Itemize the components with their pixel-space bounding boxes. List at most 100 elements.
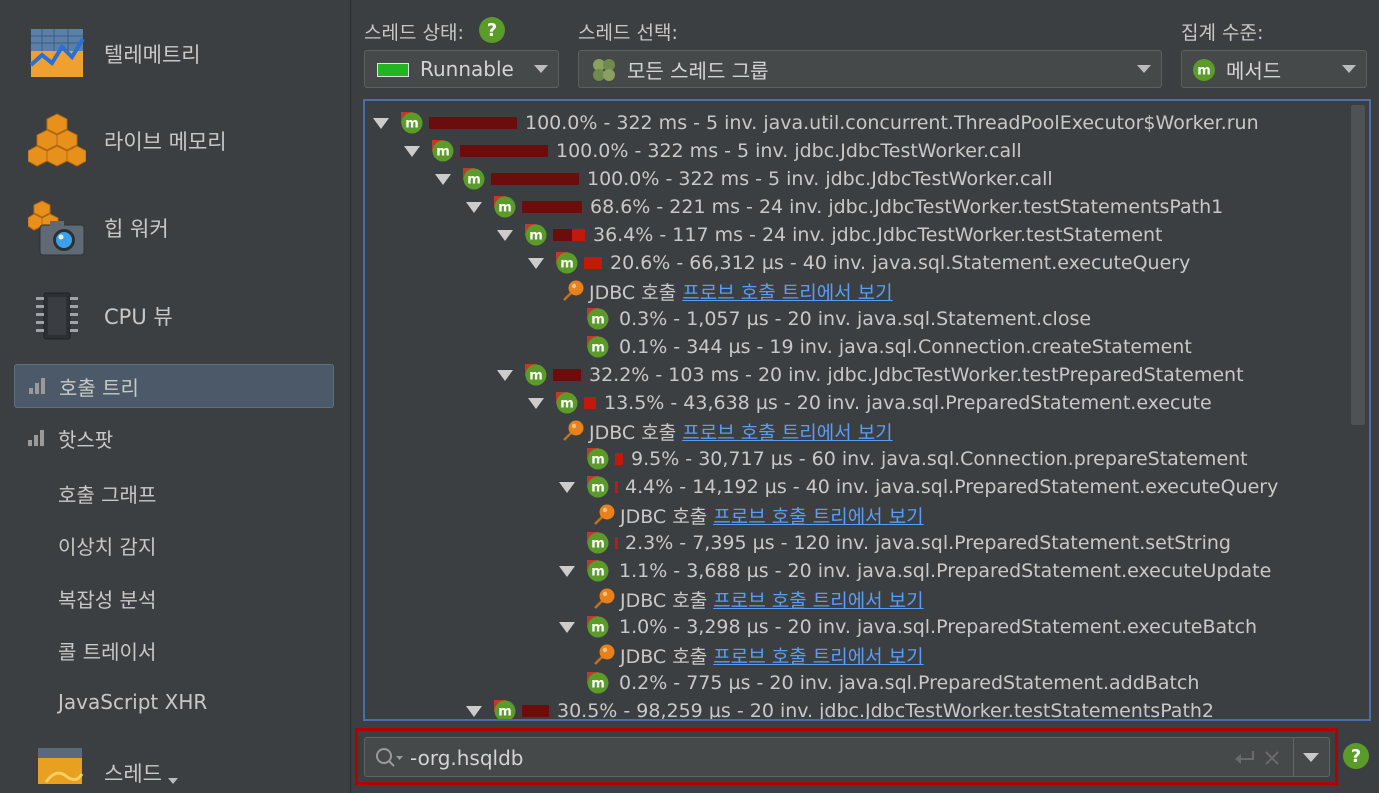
probe-link-row[interactable]: JDBC 호출 프로브 호출 트리에서 보기 (365, 277, 1345, 305)
call-tree-node[interactable]: m 9.5% - 30,717 µs - 60 inv. java.sql.Con… (365, 445, 1345, 473)
view-filter-field[interactable]: -org.hsqldb (364, 737, 1330, 777)
call-tree-panel[interactable]: m 100.0% - 322 ms - 5 inv. java.util.conc… (363, 99, 1371, 721)
method-icon: m (587, 616, 609, 638)
time-percentage-bar (429, 117, 517, 129)
sidebar-item-call-graph[interactable]: 호출 그래프 (58, 479, 156, 508)
expand-toggle-icon[interactable] (497, 230, 513, 241)
call-tree-node[interactable]: m 32.2% - 103 ms - 20 inv. jdbc.JdbcTestW… (365, 361, 1345, 389)
svg-text:m: m (560, 397, 574, 412)
heap-walker-icon (28, 200, 85, 256)
chevron-down-icon[interactable] (1303, 753, 1319, 762)
thread-select-label: 스레드 선택: (578, 22, 678, 44)
call-tree-node[interactable]: m 100.0% - 322 ms - 5 inv. java.util.conc… (365, 109, 1345, 137)
sidebar-item-telemetry[interactable]: 텔레메트리 (0, 14, 350, 94)
search-icon[interactable] (375, 747, 405, 769)
probe-link-row[interactable]: JDBC 호출 프로브 호출 트리에서 보기 (365, 641, 1345, 669)
show-in-probe-tree-link[interactable]: 프로브 호출 트리에서 보기 (682, 422, 892, 444)
svg-text:m: m (436, 145, 450, 160)
probe-link-row[interactable]: JDBC 호출 프로브 호출 트리에서 보기 (365, 585, 1345, 613)
expand-toggle-icon[interactable] (559, 482, 575, 493)
expand-toggle-icon[interactable] (497, 370, 513, 381)
expand-toggle-icon[interactable] (528, 258, 544, 269)
chevron-down-icon (1342, 65, 1356, 73)
call-tree-node[interactable]: m 1.0% - 3,298 µs - 20 inv. java.sql.Prep… (365, 613, 1345, 641)
probe-link-text: JDBC 호출 프로브 호출 트리에서 보기 (620, 502, 924, 529)
sidebar-item-label: 라이브 메모리 (104, 130, 227, 154)
aggregation-level-label: 집계 수준: (1181, 22, 1264, 44)
expand-toggle-icon[interactable] (373, 118, 389, 129)
expand-toggle-icon[interactable] (466, 202, 482, 213)
sidebar-item-javascript-xhr[interactable]: JavaScript XHR (58, 690, 207, 714)
call-tree-node[interactable]: m 100.0% - 322 ms - 5 inv. jdbc.JdbcTestW… (365, 137, 1345, 165)
method-icon: m (494, 196, 516, 218)
svg-text:m: m (591, 313, 605, 328)
help-icon[interactable]: ? (479, 17, 505, 43)
svg-text:m: m (591, 621, 605, 636)
show-in-probe-tree-link[interactable]: 프로브 호출 트리에서 보기 (713, 646, 923, 668)
call-tree-node[interactable]: m 30.5% - 98,259 µs - 20 inv. jdbc.JdbcTe… (365, 697, 1345, 719)
vertical-scrollbar[interactable] (1351, 105, 1365, 425)
sidebar-item-hotspots[interactable]: 핫스팟 (28, 418, 113, 458)
aggregation-level-dropdown[interactable]: m 메서드 (1181, 50, 1367, 88)
sidebar-item-call-tracer[interactable]: 콜 트레이서 (58, 636, 156, 665)
sidebar-item-cpu-view[interactable]: CPU 뷰 (0, 276, 350, 356)
sidebar-item-live-memory[interactable]: 라이브 메모리 (0, 101, 350, 181)
expand-toggle-icon[interactable] (528, 398, 544, 409)
probe-link-text: JDBC 호출 프로브 호출 트리에서 보기 (589, 418, 893, 445)
filter-input-value: -org.hsqldb (410, 746, 524, 770)
call-tree-node[interactable]: m 36.4% - 117 ms - 24 inv. jdbc.JdbcTestW… (365, 221, 1345, 249)
show-in-probe-tree-link[interactable]: 프로브 호출 트리에서 보기 (713, 506, 923, 528)
sidebar-item-threads[interactable]: 스레드 (0, 738, 350, 793)
call-tree-node-label: 100.0% - 322 ms - 5 inv. java.util.concu… (525, 112, 1259, 134)
call-tree-node[interactable]: m 2.3% - 7,395 µs - 120 inv. java.sql.Pre… (365, 529, 1345, 557)
expand-toggle-icon[interactable] (435, 174, 451, 185)
method-icon: m (525, 364, 547, 386)
call-tree-node[interactable]: m 68.6% - 221 ms - 24 inv. jdbc.JdbcTestW… (365, 193, 1345, 221)
time-percentage-bar (584, 397, 596, 409)
method-icon: m (587, 476, 609, 498)
svg-text:m: m (560, 257, 574, 272)
call-tree-node[interactable]: m 4.4% - 14,192 µs - 40 inv. java.sql.Pre… (365, 473, 1345, 501)
svg-text:m: m (591, 677, 605, 692)
time-percentage-bar (522, 201, 582, 213)
filter-help-icon[interactable]: ? (1343, 743, 1369, 769)
call-tree-node[interactable]: m 13.5% - 43,638 µs - 20 inv. java.sql.Pr… (365, 389, 1345, 417)
call-tree-node[interactable]: m 0.2% - 775 µs - 20 inv. java.sql.Prepar… (365, 669, 1345, 697)
sidebar-item-outlier-detection[interactable]: 이상치 감지 (58, 531, 156, 560)
thread-select-dropdown[interactable]: 모든 스레드 그룹 (578, 50, 1162, 88)
time-percentage-bar (522, 705, 549, 717)
expand-toggle-icon[interactable] (466, 706, 482, 717)
self-time-bar (584, 257, 602, 269)
clear-icon[interactable] (1263, 749, 1281, 767)
call-tree-node[interactable]: m 1.1% - 3,688 µs - 20 inv. java.sql.Prep… (365, 557, 1345, 585)
show-in-probe-tree-link[interactable]: 프로브 호출 트리에서 보기 (682, 282, 892, 304)
call-tree-node-label: 1.0% - 3,298 µs - 20 inv. java.sql.Prepa… (619, 616, 1258, 638)
probe-label: JDBC 호출 (620, 589, 714, 612)
svg-text:m: m (591, 481, 605, 496)
bar-chart-icon (28, 430, 46, 446)
thread-status-dropdown[interactable]: Runnable (364, 50, 559, 88)
expand-toggle-icon[interactable] (559, 566, 575, 577)
aggregation-level-value: 메서드 (1226, 58, 1282, 83)
call-tree-node-label: 2.3% - 7,395 µs - 120 inv. java.sql.Prep… (625, 532, 1231, 554)
wrap-toggle-icon[interactable] (1233, 747, 1257, 769)
call-tree-node[interactable]: m 20.6% - 66,312 µs - 40 inv. java.sql.St… (365, 249, 1345, 277)
expand-toggle-icon[interactable] (559, 622, 575, 633)
show-in-probe-tree-link[interactable]: 프로브 호출 트리에서 보기 (713, 590, 923, 612)
call-tree-node-label: 0.1% - 344 µs - 19 inv. java.sql.Connect… (619, 336, 1192, 358)
probe-icon (594, 504, 615, 525)
call-tree-node[interactable]: m 100.0% - 322 ms - 5 inv. jdbc.JdbcTestW… (365, 165, 1345, 193)
probe-link-row[interactable]: JDBC 호출 프로브 호출 트리에서 보기 (365, 501, 1345, 529)
expand-toggle-icon[interactable] (404, 146, 420, 157)
call-tree-node[interactable]: m 0.1% - 344 µs - 19 inv. java.sql.Connec… (365, 333, 1345, 361)
sidebar-item-label: 호출 트리 (59, 375, 139, 400)
sidebar-item-call-tree[interactable]: 호출 트리 (14, 364, 334, 408)
scroll-down-icon[interactable] (168, 778, 178, 784)
probe-link-row[interactable]: JDBC 호출 프로브 호출 트리에서 보기 (365, 417, 1345, 445)
sidebar-item-heap-walker[interactable]: 힙 워커 (0, 188, 350, 268)
self-time-bar (615, 537, 618, 549)
svg-text:m: m (529, 229, 543, 244)
sidebar-item-complexity-analysis[interactable]: 복잡성 분석 (58, 584, 156, 613)
method-icon: m (432, 140, 454, 162)
call-tree-node[interactable]: m 0.3% - 1,057 µs - 20 inv. java.sql.Stat… (365, 305, 1345, 333)
